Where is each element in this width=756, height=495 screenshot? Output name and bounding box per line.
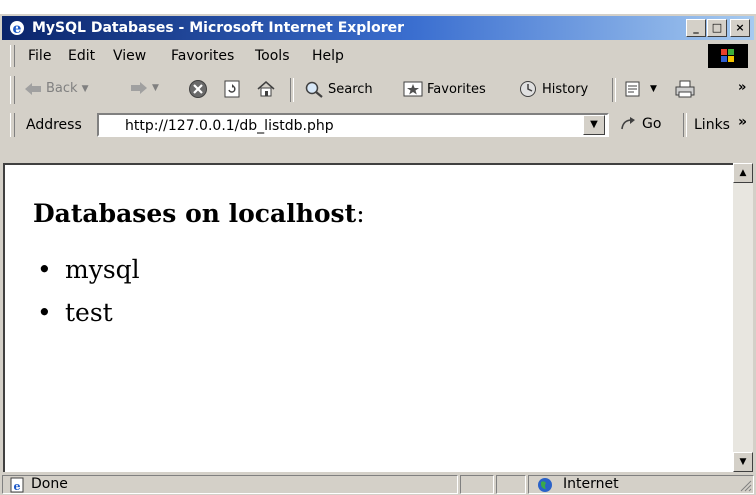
stop-button[interactable] <box>188 79 208 99</box>
scroll-up-button[interactable]: ▲ <box>733 163 753 183</box>
search-button[interactable]: Search <box>304 80 373 98</box>
toolbar-separator <box>612 78 616 102</box>
page-heading-colon: : <box>356 199 365 228</box>
history-label: History <box>542 81 589 97</box>
links-chevron-icon[interactable]: » <box>738 114 747 130</box>
internet-globe-icon <box>538 478 552 492</box>
address-dropdown-button[interactable]: ▼ <box>583 115 605 135</box>
home-icon <box>257 81 275 97</box>
history-button[interactable]: History <box>518 80 588 98</box>
status-pane-main: e Done <box>2 475 458 494</box>
status-text: Done <box>31 476 68 492</box>
close-button[interactable]: × <box>730 19 750 37</box>
database-list: mysql test <box>37 255 140 341</box>
forward-dropdown-icon: ▼ <box>152 83 159 93</box>
chevron-down-icon: ▼ <box>590 119 598 130</box>
links-button[interactable]: Links <box>694 117 730 133</box>
chevron-up-icon: ▲ <box>739 168 747 178</box>
svg-text:e: e <box>13 21 22 37</box>
menu-grip[interactable] <box>10 45 15 67</box>
scroll-down-button[interactable]: ▼ <box>733 452 753 472</box>
status-pane-security <box>496 475 526 494</box>
mail-button[interactable]: ▼ <box>624 79 657 99</box>
mail-dropdown-icon: ▼ <box>650 84 657 94</box>
windows-logo-icon <box>708 44 748 68</box>
maximize-button[interactable]: □ <box>707 19 727 37</box>
chevron-down-icon: ▼ <box>739 457 747 467</box>
list-item: test <box>37 298 140 341</box>
back-button[interactable]: Back ▼ <box>24 81 88 96</box>
forward-arrow-icon <box>131 82 147 94</box>
status-bar: e Done Internet <box>0 474 756 495</box>
menu-tools[interactable]: Tools <box>255 48 290 64</box>
minimize-button[interactable]: _ <box>686 19 706 37</box>
go-label: Go <box>642 116 662 132</box>
menu-favorites[interactable]: Favorites <box>171 48 234 64</box>
menu-file[interactable]: File <box>28 48 51 64</box>
menu-help[interactable]: Help <box>312 48 344 64</box>
menu-edit[interactable]: Edit <box>68 48 95 64</box>
back-arrow-icon <box>25 82 41 95</box>
browser-window: e MySQL Databases - Microsoft Internet E… <box>0 14 756 495</box>
address-grip[interactable] <box>10 113 15 137</box>
zone-text: Internet <box>563 476 619 492</box>
back-label: Back <box>46 81 78 96</box>
list-item: mysql <box>37 255 140 298</box>
vertical-scrollbar[interactable]: ▲ ▼ <box>733 163 753 472</box>
home-button[interactable] <box>256 79 276 99</box>
toolbar-chevron-icon[interactable]: » <box>738 80 746 95</box>
page-viewport: Databases on localhost: mysql test <box>3 163 733 472</box>
favorites-label: Favorites <box>427 81 486 97</box>
window-title: MySQL Databases - Microsoft Internet Exp… <box>32 20 405 36</box>
favorites-button[interactable]: Favorites <box>403 80 486 98</box>
mail-icon <box>625 81 640 97</box>
refresh-icon <box>224 80 240 98</box>
address-separator <box>683 113 687 137</box>
refresh-button[interactable] <box>222 79 242 99</box>
address-input[interactable]: http://127.0.0.1/db_listdb.php <box>97 113 609 137</box>
back-dropdown-icon: ▼ <box>81 83 89 94</box>
forward-button[interactable]: ▼ <box>130 81 159 95</box>
resize-grip-icon[interactable] <box>740 480 752 492</box>
history-icon <box>520 81 536 97</box>
favorites-icon <box>403 81 423 97</box>
menu-bar: File Edit View Favorites Tools Help <box>10 43 756 69</box>
search-label: Search <box>328 81 373 97</box>
address-url: http://127.0.0.1/db_listdb.php <box>125 118 334 134</box>
print-icon <box>675 80 695 98</box>
svg-text:e: e <box>14 480 21 493</box>
toolbar-separator <box>290 78 294 102</box>
toolbar-grip[interactable] <box>10 76 15 104</box>
go-arrow-icon <box>621 117 635 130</box>
title-bar: e MySQL Databases - Microsoft Internet E… <box>2 16 754 40</box>
search-icon <box>305 81 323 98</box>
standard-toolbar: Back ▼ ▼ Search Favorites History ▼ » <box>0 72 756 108</box>
menu-view[interactable]: View <box>113 48 146 64</box>
page-heading: Databases on localhost: <box>33 199 365 228</box>
print-button[interactable] <box>674 79 696 99</box>
go-button[interactable]: Go <box>620 116 661 132</box>
page-heading-bold: Databases on localhost <box>33 199 357 228</box>
address-toolbar: Address http://127.0.0.1/db_listdb.php ▼… <box>0 109 756 141</box>
stop-icon <box>189 80 207 98</box>
status-pane-zone: Internet <box>528 475 754 494</box>
address-label: Address <box>26 117 82 133</box>
page-done-icon: e <box>10 477 24 493</box>
status-pane-progress <box>460 475 494 494</box>
ie-logo-icon: e <box>10 21 24 37</box>
